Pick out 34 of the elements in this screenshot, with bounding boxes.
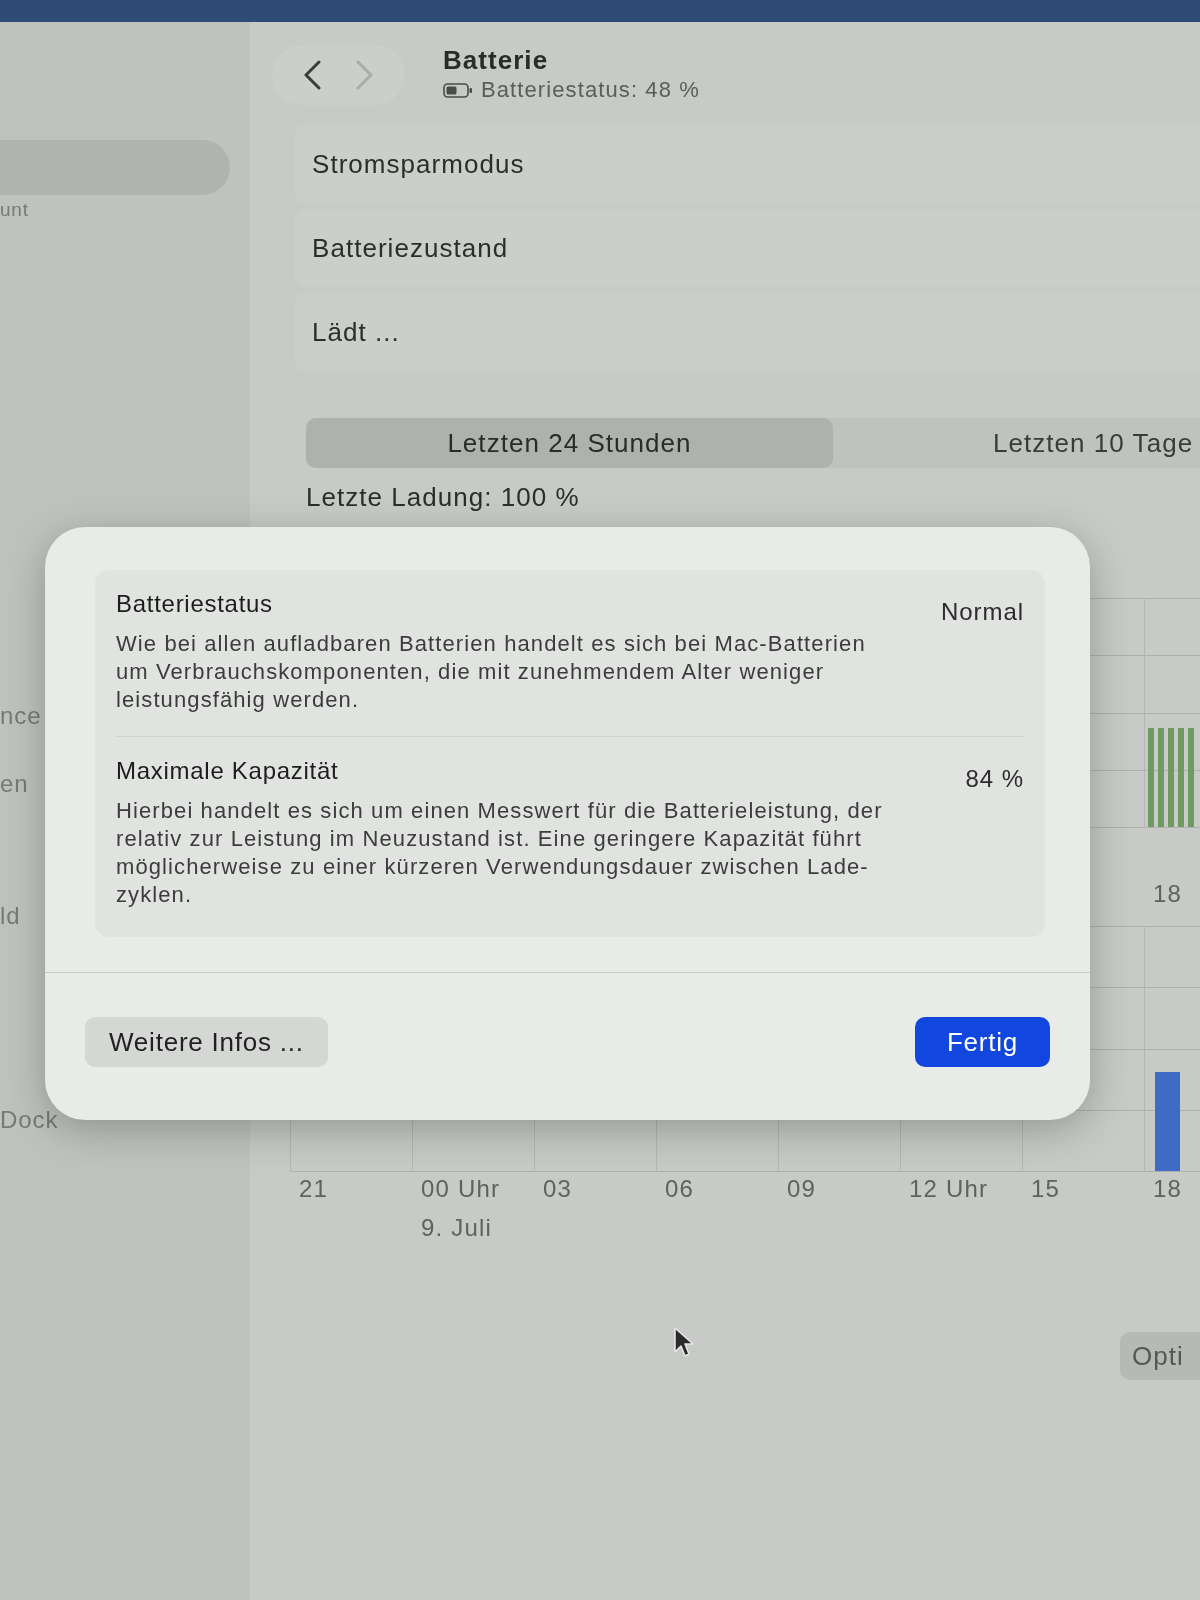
done-button[interactable]: Fertig [915,1017,1050,1067]
info-value: Normal [940,598,1024,626]
axis-label: 06 [665,1175,695,1202]
axis-label: 21 [299,1175,329,1202]
mouse-pointer-icon [673,1326,695,1358]
row-label: Batteriezustand [312,233,509,263]
row-label: Stromsparmodus [312,149,525,179]
info-description: Hierbei handelt es sich um einen Messwert für die Batterieleistung, der relativ zur Leistung im Neuzustand ist. Eine geringere Kapazität führt möglicherweise zu einer kürzeren Verwendungsdauer zwischen Lade- zyklen. [116,797,883,909]
options-button[interactable]: Opti [1120,1332,1200,1380]
back-chevron-icon[interactable] [303,60,322,90]
range-tab[interactable]: Letzten 10 Tage [833,418,1200,468]
forward-chevron-icon[interactable] [355,60,374,90]
range-tab[interactable]: Letzten 24 Stunden [306,418,833,468]
axis-label: 00 Uhr [421,1175,501,1202]
info-title: Batteriestatus [116,590,274,618]
axis-label: 18 [1152,880,1182,908]
info-title: Maximale Kapazität [116,757,340,785]
axis-label: 12 Uhr [909,1175,989,1202]
axis-label: 15 [1031,1175,1061,1202]
info-description: Wie bei allen aufladbaren Batterien handelt es sich bei Mac-Batterien um Verbrauchskomponenten, die mit zunehmendem Alter weniger leistungsfähig werden. [116,630,866,714]
info-value: 84 % [965,765,1024,793]
last-charge-text: Letzte Ladung: 100 % [306,482,580,512]
settings-row[interactable]: Stromsparmodus [295,125,1200,203]
battery-status-text: Batteriestatus: 48 % [481,77,700,103]
axis-label: 09 [787,1175,817,1202]
settings-row[interactable]: Lädt ... [295,293,1200,371]
more-info-button[interactable]: Weitere Infos ... [85,1017,328,1067]
window-title: Batterie [443,45,550,75]
axis-label: 03 [543,1175,573,1202]
row-label: Lädt ... [312,317,400,347]
date-label: 9. Juli [421,1214,493,1242]
axis-label: 18 [1153,1175,1183,1202]
settings-row[interactable]: Batteriezustand [295,209,1200,287]
battery-icon [443,82,473,98]
